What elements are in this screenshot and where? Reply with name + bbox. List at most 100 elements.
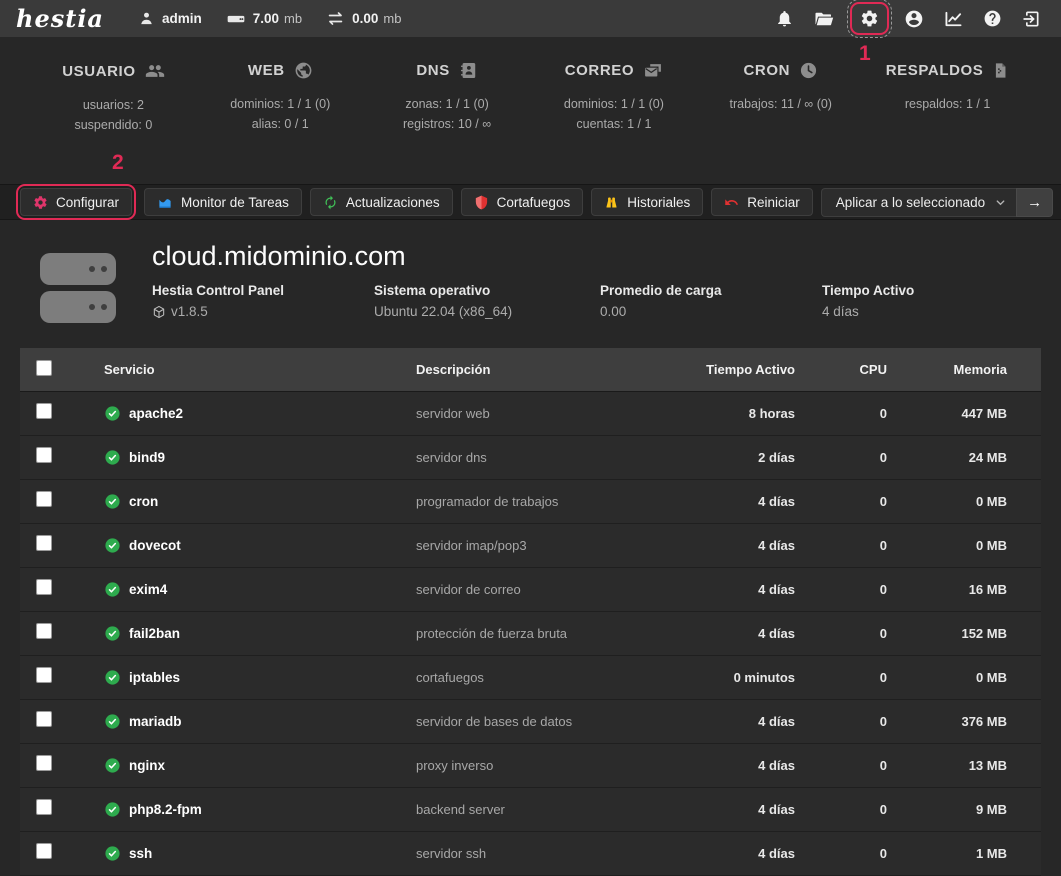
globe-icon xyxy=(294,61,313,80)
disk-value: 7.00 xyxy=(252,11,280,26)
row-checkbox[interactable] xyxy=(36,843,52,859)
file-manager-icon[interactable] xyxy=(813,9,835,29)
annotation-step-2: 2 xyxy=(112,151,124,174)
status-running-icon xyxy=(104,669,121,686)
bandwidth-usage[interactable]: 0.00 mb xyxy=(326,9,401,28)
configurar-button[interactable]: Configurar xyxy=(20,188,133,216)
service-cpu: 0 xyxy=(879,494,887,509)
service-uptime: 4 días xyxy=(758,626,795,641)
service-uptime: 4 días xyxy=(758,714,795,729)
service-cpu: 0 xyxy=(879,714,887,729)
service-uptime: 4 días xyxy=(758,802,795,817)
select-all-checkbox[interactable] xyxy=(36,360,52,376)
actualizaciones-button[interactable]: Actualizaciones xyxy=(309,188,453,216)
disk-usage[interactable]: 7.00 mb xyxy=(226,9,302,29)
historiales-button[interactable]: Historiales xyxy=(591,188,704,216)
row-checkbox[interactable] xyxy=(36,755,52,771)
service-name[interactable]: php8.2-fpm xyxy=(129,802,202,817)
stat-correo[interactable]: CORREO dominios: 1 / 1 (0) cuentas: 1 / … xyxy=(530,61,697,184)
bell-icon[interactable] xyxy=(775,9,794,28)
service-memory: 0 MB xyxy=(975,670,1007,685)
service-name[interactable]: apache2 xyxy=(129,406,183,421)
service-name[interactable]: mariadb xyxy=(129,714,182,729)
stat-respaldos[interactable]: RESPALDOS respaldos: 1 / 1 xyxy=(864,61,1031,184)
reiniciar-button[interactable]: Reiniciar xyxy=(711,188,813,216)
stat-web[interactable]: WEB dominios: 1 / 1 (0) alias: 0 / 1 xyxy=(197,61,364,184)
header-tiempo-activo[interactable]: Tiempo Activo xyxy=(649,362,799,377)
logout-icon[interactable] xyxy=(1021,9,1041,29)
service-cpu: 0 xyxy=(879,846,887,861)
account-icon[interactable] xyxy=(904,9,924,29)
row-checkbox[interactable] xyxy=(36,711,52,727)
historiales-label: Historiales xyxy=(627,194,691,210)
settings-icon[interactable] xyxy=(860,9,879,28)
service-name[interactable]: exim4 xyxy=(129,582,167,597)
statistics-icon[interactable] xyxy=(943,9,964,29)
binoculars-icon xyxy=(604,195,619,210)
info-value-load: 0.00 xyxy=(600,304,627,319)
header-memoria[interactable]: Memoria xyxy=(891,362,1041,377)
table-row: apache2 servidor web 8 horas 0 447 MB xyxy=(20,392,1041,436)
dns-book-icon xyxy=(459,61,478,80)
row-checkbox[interactable] xyxy=(36,579,52,595)
info-label-uptime: Tiempo Activo xyxy=(822,283,915,298)
service-name[interactable]: fail2ban xyxy=(129,626,180,641)
hestia-logo[interactable]: hestia xyxy=(16,4,104,33)
cortafuegos-button[interactable]: Cortafuegos xyxy=(460,188,584,216)
cortafuegos-label: Cortafuegos xyxy=(496,194,571,210)
row-checkbox[interactable] xyxy=(36,667,52,683)
row-checkbox[interactable] xyxy=(36,799,52,815)
stat-correo-line1: dominios: 1 / 1 (0) xyxy=(563,97,664,111)
table-row: bind9 servidor dns 2 días 0 24 MB xyxy=(20,436,1041,480)
apply-submit-button[interactable]: → xyxy=(1016,187,1054,217)
configurar-highlight-ring: Configurar xyxy=(16,184,137,220)
header-servicio[interactable]: Servicio xyxy=(84,362,390,377)
table-row: nginx proxy inverso 4 días 0 13 MB xyxy=(20,744,1041,788)
header-descripcion[interactable]: Descripción xyxy=(390,362,649,377)
stat-dns[interactable]: DNS zonas: 1 / 1 (0) registros: 10 / ∞ xyxy=(364,61,531,184)
reiniciar-label: Reiniciar xyxy=(747,194,800,210)
service-name[interactable]: dovecot xyxy=(129,538,181,553)
apply-select[interactable]: Aplicar a lo seleccionado xyxy=(820,187,1017,217)
logged-in-user[interactable]: admin xyxy=(138,10,202,27)
status-running-icon xyxy=(104,713,121,730)
stat-cron[interactable]: CRON trabajos: 11 / ∞ (0) xyxy=(697,61,864,184)
row-checkbox[interactable] xyxy=(36,447,52,463)
stat-dns-line1: zonas: 1 / 1 (0) xyxy=(405,97,489,111)
actualizaciones-label: Actualizaciones xyxy=(345,194,440,210)
service-description: servidor web xyxy=(416,406,490,421)
service-name[interactable]: ssh xyxy=(129,846,152,861)
row-checkbox[interactable] xyxy=(36,535,52,551)
row-checkbox[interactable] xyxy=(36,491,52,507)
monitor-de-tareas-label: Monitor de Tareas xyxy=(181,194,289,210)
hdd-icon xyxy=(226,9,246,29)
restart-icon xyxy=(724,195,739,210)
info-os: Sistema operativo Ubuntu 22.04 (x86_64) xyxy=(374,280,600,322)
stat-web-line2: alias: 0 / 1 xyxy=(251,117,309,131)
service-cpu: 0 xyxy=(879,758,887,773)
server-section: cloud.midominio.com Hestia Control Panel… xyxy=(0,220,1061,348)
header-cpu[interactable]: CPU xyxy=(799,362,891,377)
table-row: fail2ban protección de fuerza bruta 4 dí… xyxy=(20,612,1041,656)
chevron-down-icon xyxy=(995,197,1006,208)
row-checkbox[interactable] xyxy=(36,623,52,639)
table-body: apache2 servidor web 8 horas 0 447 MB bi… xyxy=(20,392,1041,876)
table-header-row: Servicio Descripción Tiempo Activo CPU M… xyxy=(20,348,1041,392)
monitor-de-tareas-button[interactable]: Monitor de Tareas xyxy=(144,188,302,216)
service-name[interactable]: nginx xyxy=(129,758,165,773)
service-name[interactable]: bind9 xyxy=(129,450,165,465)
stat-cron-title: CRON xyxy=(743,62,791,79)
service-memory: 1 MB xyxy=(975,846,1007,861)
server-hostname[interactable]: cloud.midominio.com xyxy=(152,240,1061,272)
service-name[interactable]: iptables xyxy=(129,670,180,685)
table-row: dovecot servidor imap/pop3 4 días 0 0 MB xyxy=(20,524,1041,568)
help-icon[interactable] xyxy=(983,9,1002,28)
table-row: php8.2-fpm backend server 4 días 0 9 MB xyxy=(20,788,1041,832)
clock-icon xyxy=(799,61,818,80)
table-row: cron programador de trabajos 4 días 0 0 … xyxy=(20,480,1041,524)
row-checkbox[interactable] xyxy=(36,403,52,419)
service-cpu: 0 xyxy=(879,670,887,685)
backup-icon xyxy=(992,61,1009,80)
service-description: servidor ssh xyxy=(416,846,487,861)
service-name[interactable]: cron xyxy=(129,494,158,509)
